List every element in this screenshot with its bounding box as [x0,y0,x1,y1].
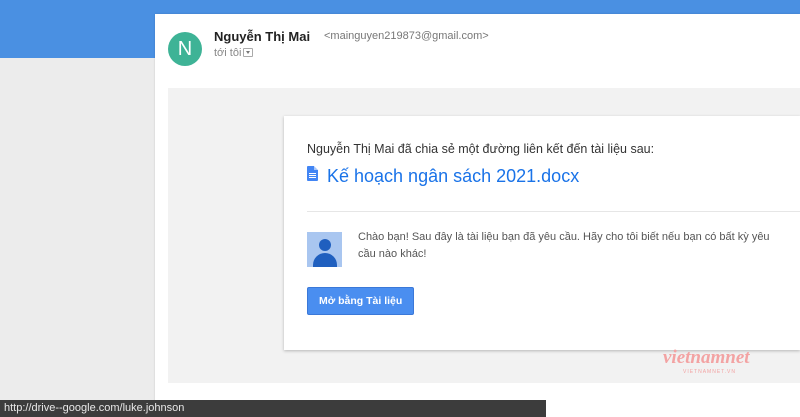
side-panel [0,58,155,417]
watermark-logo: vietnamnet VIETNAMNET.VN [663,347,750,375]
share-message: Chào bạn! Sau đây là tài liệu bạn đã yêu… [358,231,770,260]
share-card: Nguyễn Thị Mai đã chia sẻ một đường liên… [284,116,800,350]
document-link[interactable]: Kế hoạch ngân sách 2021.docx [327,166,579,187]
recipient-line[interactable]: tới tôi [214,47,254,59]
watermark-subtext: VIETNAMNET.VN [683,369,737,375]
sender-name[interactable]: Nguyễn Thị Mai [214,29,310,44]
sender-email: <mainguyen219873@gmail.com> [324,30,489,42]
watermark-text: vietnamnet [663,347,750,368]
divider [307,211,800,212]
google-docs-icon [307,166,318,181]
recipient-label: tới tôi [214,47,242,59]
chevron-down-icon[interactable] [243,48,254,57]
person-icon [307,232,342,267]
sender-avatar: N [168,32,202,66]
status-bar-url: http://drive--google.com/luke.johnson [0,400,546,417]
open-in-docs-button[interactable]: Mở bằng Tài liệu [307,287,415,315]
email-body: Nguyễn Thị Mai đã chia sẻ một đường liên… [168,88,800,383]
share-intro-text: Nguyễn Thị Mai đã chia sẻ một đường liên… [307,142,655,156]
